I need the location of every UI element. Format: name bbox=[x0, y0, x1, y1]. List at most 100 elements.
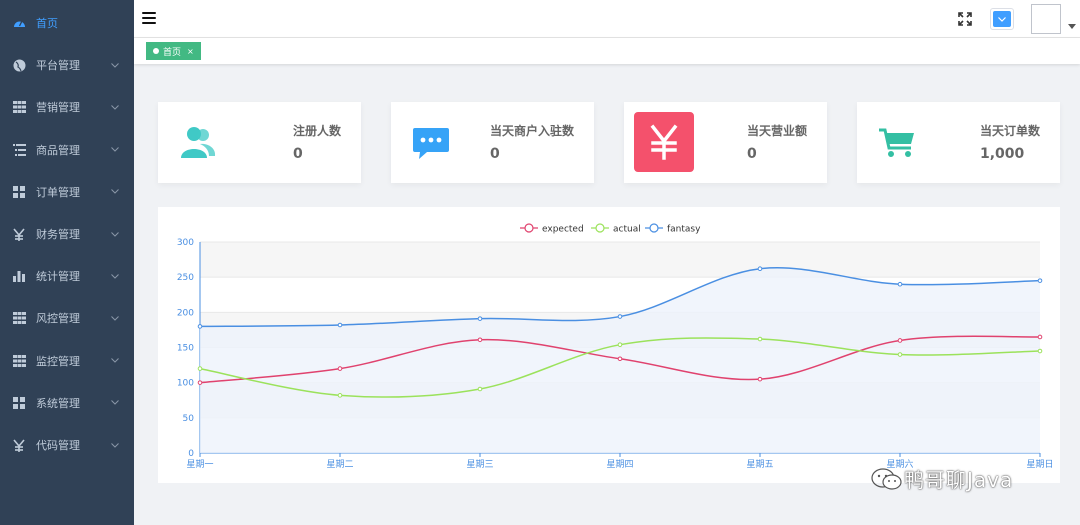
data-point-actual bbox=[757, 336, 763, 342]
stat-card-orders[interactable]: 当天订单数 1,000 bbox=[857, 102, 1060, 183]
watermark-text: 鸭哥聊Java bbox=[904, 468, 1014, 492]
table-icon bbox=[12, 100, 26, 114]
sidebar-item-5[interactable]: 订单管理 bbox=[0, 171, 134, 213]
y-tick-label: 300 bbox=[177, 238, 194, 248]
card-label: 当天营业额 bbox=[747, 124, 808, 138]
close-icon[interactable]: × bbox=[187, 47, 194, 56]
sidebar-item-3[interactable]: 营销管理 bbox=[0, 86, 134, 128]
sidebar-item-6[interactable]: 财务管理 bbox=[0, 213, 134, 255]
legend-label: actual bbox=[613, 225, 641, 235]
avatar[interactable] bbox=[1031, 4, 1061, 34]
dashboard-icon bbox=[12, 16, 26, 30]
chevron-down-icon bbox=[993, 11, 1011, 27]
tag-dot-icon bbox=[153, 48, 159, 54]
watermark: 鸭哥聊Java bbox=[870, 464, 1013, 493]
card-value: 0 bbox=[293, 146, 303, 162]
y-tick-label: 0 bbox=[188, 449, 194, 459]
sidebar-item-10[interactable]: 系统管理 bbox=[0, 382, 134, 424]
sidebar-item-label: 统计管理 bbox=[36, 270, 80, 284]
grid-band bbox=[200, 242, 1040, 278]
fullscreen-icon[interactable] bbox=[957, 11, 973, 27]
sidebar-item-label: 首页 bbox=[36, 17, 58, 30]
caret-down-icon[interactable] bbox=[1068, 24, 1076, 30]
card-value: 1,000 bbox=[980, 146, 1025, 162]
legend-label: expected bbox=[542, 225, 584, 235]
sidebar: 首页平台管理营销管理商品管理订单管理财务管理统计管理风控管理 监控管理系统管理代码… bbox=[0, 0, 134, 525]
tags-view: 首页 × bbox=[134, 38, 1080, 64]
chevron-down-icon bbox=[110, 398, 120, 408]
sidebar-item-7[interactable]: 统计管理 bbox=[0, 255, 134, 297]
sidebar-item-label: 代码管理 bbox=[36, 439, 80, 452]
data-point-actual bbox=[617, 342, 623, 347]
bar-chart-icon bbox=[12, 269, 26, 283]
card-label: 当天商户入驻数 bbox=[490, 124, 575, 138]
x-tick-label: 星期二 bbox=[326, 459, 353, 470]
yen-icon bbox=[12, 227, 26, 241]
stat-card-register[interactable]: 注册人数 0 bbox=[158, 102, 361, 183]
data-point-fantasy bbox=[617, 314, 623, 319]
chevron-down-icon bbox=[110, 313, 120, 323]
data-point-fantasy bbox=[1037, 278, 1043, 283]
data-point-actual bbox=[1037, 348, 1043, 354]
legend-marker-actual bbox=[595, 223, 605, 233]
sidebar-item-9[interactable]: 监控管理 bbox=[0, 340, 134, 382]
chevron-down-icon bbox=[110, 145, 120, 155]
hamburger-icon[interactable] bbox=[142, 12, 156, 24]
grid-icon bbox=[12, 185, 26, 199]
sidebar-item-label: 营销管理 bbox=[36, 101, 80, 115]
sidebar-item-4[interactable]: 商品管理 bbox=[0, 129, 134, 171]
chevron-down-icon bbox=[110, 187, 120, 197]
tag-label: 首页 bbox=[163, 47, 182, 58]
y-tick-label: 150 bbox=[177, 344, 194, 354]
line-chart: 050100150200250300星期一 星期二 星期三 星期四 星期五 星期六 星期日e… bbox=[177, 223, 1054, 470]
data-point-fantasy bbox=[337, 322, 343, 328]
chevron-down-icon bbox=[110, 271, 120, 281]
data-point-actual bbox=[337, 393, 343, 398]
chevron-down-icon bbox=[110, 440, 120, 450]
yen-icon bbox=[12, 438, 26, 452]
x-tick-label: 星期日 bbox=[1026, 459, 1053, 470]
grid-icon bbox=[12, 396, 26, 410]
chevron-down-icon bbox=[110, 229, 120, 239]
data-point-expected bbox=[757, 376, 763, 382]
card-value: 0 bbox=[490, 146, 500, 162]
chevron-down-icon bbox=[110, 102, 120, 112]
sidebar-item-label: 平台管理 bbox=[36, 59, 80, 73]
y-tick-label: 200 bbox=[177, 308, 194, 318]
data-point-fantasy bbox=[197, 324, 203, 329]
sidebar-item-11[interactable]: 代码管理 bbox=[0, 424, 134, 466]
size-select-button[interactable] bbox=[990, 8, 1014, 30]
sidebar-item-8[interactable]: 风控管理 bbox=[0, 297, 134, 339]
x-tick-label: 星期一 bbox=[186, 459, 213, 470]
navbar bbox=[134, 0, 1080, 38]
stat-card-revenue[interactable]: 当天营业额 0 bbox=[624, 102, 827, 183]
sidebar-item-label: 商品管理 bbox=[36, 143, 80, 157]
legend-marker-fantasy bbox=[649, 223, 659, 233]
stat-card-merchants[interactable]: 当天商户入驻数 0 bbox=[391, 102, 594, 183]
data-point-actual bbox=[197, 366, 203, 371]
data-point-expected bbox=[1037, 334, 1043, 340]
sidebar-item-2[interactable]: 平台管理 bbox=[0, 44, 134, 86]
message-icon bbox=[401, 112, 461, 172]
x-tick-label: 星期五 bbox=[746, 459, 773, 470]
sidebar-item-label: 系统管理 bbox=[36, 396, 80, 410]
users-icon bbox=[168, 112, 228, 172]
sidebar-item-1[interactable]: 首页 bbox=[0, 2, 134, 44]
x-tick-label: 星期四 bbox=[606, 459, 633, 470]
data-point-expected bbox=[617, 356, 623, 362]
y-tick-label: 50 bbox=[183, 414, 195, 424]
sidebar-item-label: 订单管理 bbox=[36, 185, 80, 199]
globe-icon bbox=[12, 58, 26, 72]
wechat-icon bbox=[871, 467, 902, 490]
card-label: 当天订单数 bbox=[980, 124, 1041, 138]
cart-icon bbox=[867, 112, 927, 172]
chevron-down-icon bbox=[110, 356, 120, 366]
x-tick-label: 星期三 bbox=[466, 459, 493, 470]
data-point-expected bbox=[897, 338, 903, 343]
tag-home[interactable]: 首页 × bbox=[146, 42, 201, 60]
table-icon bbox=[12, 311, 26, 325]
data-point-fantasy bbox=[757, 266, 763, 272]
line-chart-panel: 0 50 100 150 200 250 300 星期一 星期二 星期三 星期四 星期五 星期六 星期日 e… bbox=[158, 207, 1060, 483]
sidebar-item-label: 财务管理 bbox=[36, 228, 80, 241]
card-label: 注册人数 bbox=[293, 124, 342, 138]
